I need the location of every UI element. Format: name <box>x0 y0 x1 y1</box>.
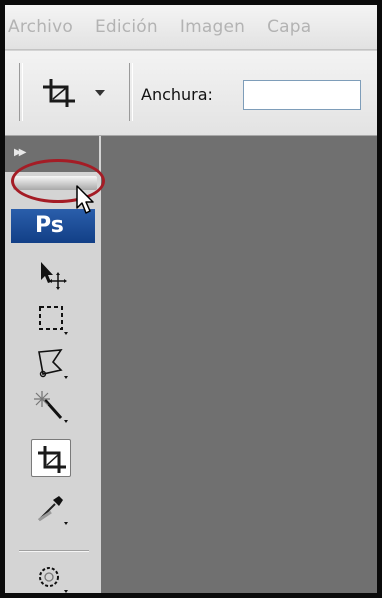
menu-bar: Archivo Edición Imagen Capa <box>5 5 377 50</box>
options-bar: Anchura: <box>5 51 377 136</box>
options-separator <box>129 63 133 121</box>
mouse-cursor-icon <box>75 185 97 215</box>
tools-divider <box>19 550 89 552</box>
magic-wand-icon[interactable] <box>31 388 71 426</box>
double-chevron-right-icon[interactable]: ▶▶ <box>14 147 27 158</box>
crop-tool-button[interactable] <box>31 439 71 477</box>
menu-edicion[interactable]: Edición <box>95 17 158 37</box>
width-label: Anchura: <box>141 85 213 104</box>
menu-capa[interactable]: Capa <box>267 17 311 37</box>
marquee-icon[interactable] <box>31 300 71 338</box>
document-canvas-area[interactable] <box>101 136 377 593</box>
crop-icon[interactable] <box>39 75 79 111</box>
healing-brush-icon[interactable] <box>31 560 71 593</box>
options-bar-grip[interactable] <box>19 63 23 121</box>
width-input[interactable] <box>243 80 361 110</box>
eyedropper-icon[interactable] <box>31 490 71 528</box>
move-icon[interactable] <box>31 256 71 294</box>
lasso-icon[interactable] <box>31 344 71 382</box>
screenshot-frame: Archivo Edición Imagen Capa Anchura: ▶▶ … <box>0 0 382 598</box>
menu-archivo[interactable]: Archivo <box>8 17 73 37</box>
crop-icon <box>38 446 66 473</box>
tool-preset-dropdown-icon[interactable] <box>95 90 105 96</box>
menu-imagen[interactable]: Imagen <box>180 17 245 37</box>
